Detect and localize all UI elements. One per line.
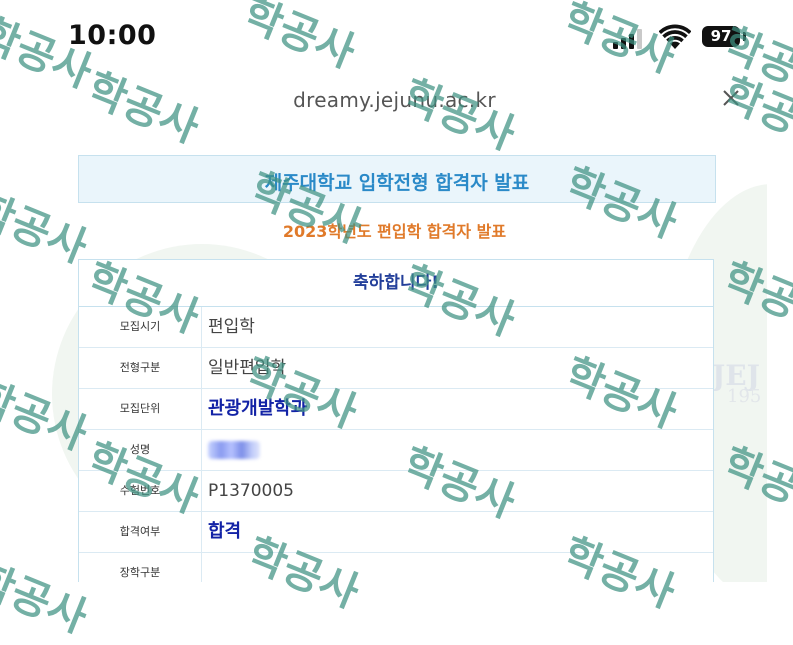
battery-icon: 97 — [702, 26, 740, 47]
row-label: 전형구분 — [79, 348, 202, 388]
table-row: 합격여부 합격 — [79, 512, 713, 553]
table-row: 모집단위 관광개발학과 — [79, 389, 713, 430]
url-text[interactable]: dreamy.jejunu.ac.kr — [22, 88, 767, 112]
row-value: P1370005 — [208, 481, 294, 501]
status-bar: 10:00 97 — [0, 0, 793, 72]
table-row: 전형구분 일반편입학 — [79, 348, 713, 389]
table-row: 장학구분 — [79, 553, 713, 582]
row-label: 수험번호 — [79, 471, 202, 511]
row-label: 장학구분 — [79, 553, 202, 582]
result-rows: 모집시기 편입학전형구분 일반편입학모집단위 관광개발학과성명 수험번호 P1370005… — [79, 307, 713, 582]
page-title: 제주대학교 입학전형 합격자 발표 — [264, 172, 530, 194]
signal-icon — [613, 29, 642, 49]
row-value: 관광개발학과 — [208, 398, 308, 419]
row-label: 합격여부 — [79, 512, 202, 552]
page-title-box: 제주대학교 입학전형 합격자 발표 — [78, 155, 716, 203]
blurred-name — [208, 441, 260, 459]
page-content: JEJ 195 제주대학교 입학전형 합격자 발표 2023학년도 편입학 합격… — [22, 124, 767, 582]
row-label: 모집단위 — [79, 389, 202, 429]
wifi-icon — [659, 24, 691, 49]
page-subtitle: 2023학년도 편입학 합격자 발표 — [282, 222, 507, 241]
row-value: 합격 — [208, 521, 242, 542]
close-icon[interactable] — [719, 86, 743, 110]
table-row: 성명 — [79, 430, 713, 471]
browser-url-bar[interactable]: dreamy.jejunu.ac.kr — [22, 72, 767, 125]
result-table: 축하합니다! 모집시기 편입학전형구분 일반편입학모집단위 관광개발학과성명 수험번호 P… — [78, 259, 714, 582]
row-label: 성명 — [79, 430, 202, 470]
university-seal-year: 195 — [727, 386, 762, 407]
row-value — [202, 553, 713, 582]
status-time: 10:00 — [68, 20, 157, 51]
battery-nub — [743, 32, 746, 41]
table-row: 수험번호 P1370005 — [79, 471, 713, 512]
row-value — [202, 430, 713, 470]
table-row: 모집시기 편입학 — [79, 307, 713, 348]
row-value: 일반편입학 — [208, 358, 287, 378]
row-label: 모집시기 — [79, 307, 202, 347]
congrats-header: 축하합니다! — [79, 260, 713, 307]
row-value: 편입학 — [208, 317, 255, 337]
